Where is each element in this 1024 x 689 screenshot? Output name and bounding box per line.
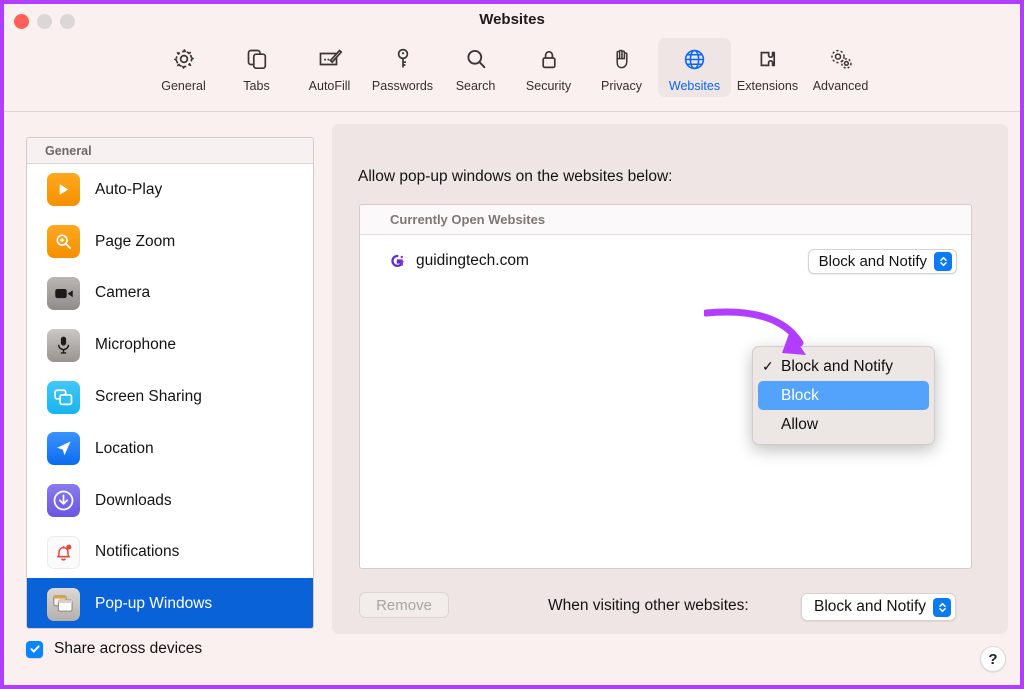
sidebar-item-label: Downloads: [95, 492, 172, 510]
sidebar-item-label: Location: [95, 440, 154, 458]
site-identity: guidingtech.com: [390, 252, 529, 270]
toolbar-label: Search: [456, 79, 496, 93]
toolbar-item-advanced[interactable]: Advanced: [804, 38, 877, 97]
globe-icon: [681, 44, 708, 74]
toolbar-item-general[interactable]: General: [147, 38, 220, 97]
guidingtech-favicon: [390, 253, 407, 270]
menu-item-label: Block: [781, 387, 819, 405]
sidebar-item-label: Auto-Play: [95, 181, 162, 199]
sidebar-item-microphone[interactable]: Microphone: [27, 319, 313, 371]
title-bar: Websites: [4, 4, 1020, 40]
sidebar-item-label: Microphone: [95, 336, 176, 354]
bell-icon: [47, 536, 80, 569]
zoom-in-icon: [47, 225, 80, 258]
toolbar-label: Websites: [669, 79, 720, 93]
main-panel-title: Allow pop-up windows on the websites bel…: [358, 168, 672, 186]
sidebar-item-notifications[interactable]: Notifications: [27, 527, 313, 579]
camera-icon: [47, 277, 80, 310]
toolbar-item-search[interactable]: Search: [439, 38, 512, 97]
sidebar-item-label: Page Zoom: [95, 233, 175, 251]
toolbar-label: Advanced: [813, 79, 869, 93]
list-column-header: Currently Open Websites: [360, 205, 971, 235]
gear-icon: [171, 44, 197, 74]
toolbar-item-passwords[interactable]: Passwords: [366, 38, 439, 97]
sidebar-item-camera[interactable]: Camera: [27, 268, 313, 320]
toolbar-label: Extensions: [737, 79, 798, 93]
download-icon: [47, 484, 80, 517]
row-permission-value: Block and Notify: [819, 253, 927, 270]
help-button[interactable]: ?: [980, 646, 1006, 672]
sidebar-list[interactable]: Auto-Play Page Zoom: [27, 164, 313, 628]
sidebar-item-label: Pop-up Windows: [95, 595, 212, 613]
content-area: General Auto-Play: [4, 112, 1020, 685]
menu-item-block-and-notify[interactable]: ✓ Block and Notify: [758, 352, 929, 381]
visiting-other-websites-popup-button[interactable]: Block and Notify: [801, 593, 956, 621]
autofill-icon: [316, 44, 344, 74]
stepper-icon: [933, 598, 951, 617]
magnifier-icon: [463, 44, 489, 74]
key-icon: [390, 44, 416, 74]
gears-icon: [827, 44, 855, 74]
toolbar-item-extensions[interactable]: Extensions: [731, 38, 804, 97]
sidebar-item-label: Screen Sharing: [95, 388, 202, 406]
toolbar-item-autofill[interactable]: AutoFill: [293, 38, 366, 97]
sidebar-item-auto-play[interactable]: Auto-Play: [27, 164, 313, 216]
main-panel-footer: Remove When visiting other websites: Blo…: [332, 582, 1008, 634]
screen-sharing-icon: [47, 381, 80, 414]
permission-dropdown-menu: ✓ Block and Notify Block Allow: [752, 346, 935, 445]
visiting-other-websites-value: Block and Notify: [814, 598, 926, 616]
toolbar-label: Passwords: [372, 79, 433, 93]
location-arrow-icon: [47, 432, 80, 465]
toolbar-item-privacy[interactable]: Privacy: [585, 38, 658, 97]
settings-sidebar: General Auto-Play: [26, 137, 314, 629]
toolbar-item-security[interactable]: Security: [512, 38, 585, 97]
sidebar-item-pop-up-windows[interactable]: Pop-up Windows: [27, 578, 313, 628]
menu-item-block[interactable]: Block: [758, 381, 929, 410]
checkmark-icon: ✓: [762, 358, 781, 375]
site-name: guidingtech.com: [416, 252, 529, 270]
toolbar-label: AutoFill: [309, 79, 351, 93]
sidebar-header: General: [27, 138, 313, 164]
sidebar-item-screen-sharing[interactable]: Screen Sharing: [27, 371, 313, 423]
menu-item-allow[interactable]: Allow: [758, 410, 929, 439]
play-icon: [47, 173, 80, 206]
share-across-devices-checkbox[interactable]: [26, 641, 43, 658]
toolbar-label: Tabs: [243, 79, 269, 93]
window-title: Websites: [4, 11, 1020, 28]
remove-button[interactable]: Remove: [359, 592, 449, 618]
lock-icon: [536, 44, 562, 74]
toolbar-label: Privacy: [601, 79, 642, 93]
settings-window: Websites General Tabs: [0, 0, 1024, 689]
toolbar-label: General: [161, 79, 205, 93]
share-across-devices-label: Share across devices: [54, 640, 202, 658]
visiting-other-websites-label: When visiting other websites:: [548, 597, 749, 615]
share-across-devices-row[interactable]: Share across devices: [26, 640, 202, 658]
hand-icon: [609, 44, 635, 74]
puzzle-icon: [755, 44, 781, 74]
toolbar-label: Security: [526, 79, 571, 93]
row-permission-popup-button[interactable]: Block and Notify: [808, 249, 957, 274]
tabs-icon: [244, 44, 270, 74]
stepper-icon: [934, 252, 952, 271]
microphone-icon: [47, 329, 80, 362]
popup-windows-icon: [47, 588, 80, 621]
sidebar-item-downloads[interactable]: Downloads: [27, 475, 313, 527]
menu-item-label: Allow: [781, 416, 818, 434]
toolbar-item-tabs[interactable]: Tabs: [220, 38, 293, 97]
sidebar-item-label: Notifications: [95, 543, 179, 561]
sidebar-item-page-zoom[interactable]: Page Zoom: [27, 216, 313, 268]
toolbar-item-websites[interactable]: Websites: [658, 38, 731, 97]
sidebar-item-location[interactable]: Location: [27, 423, 313, 475]
preferences-toolbar: General Tabs AutoFill: [4, 38, 1020, 112]
menu-item-label: Block and Notify: [781, 358, 893, 376]
sidebar-item-label: Camera: [95, 284, 150, 302]
